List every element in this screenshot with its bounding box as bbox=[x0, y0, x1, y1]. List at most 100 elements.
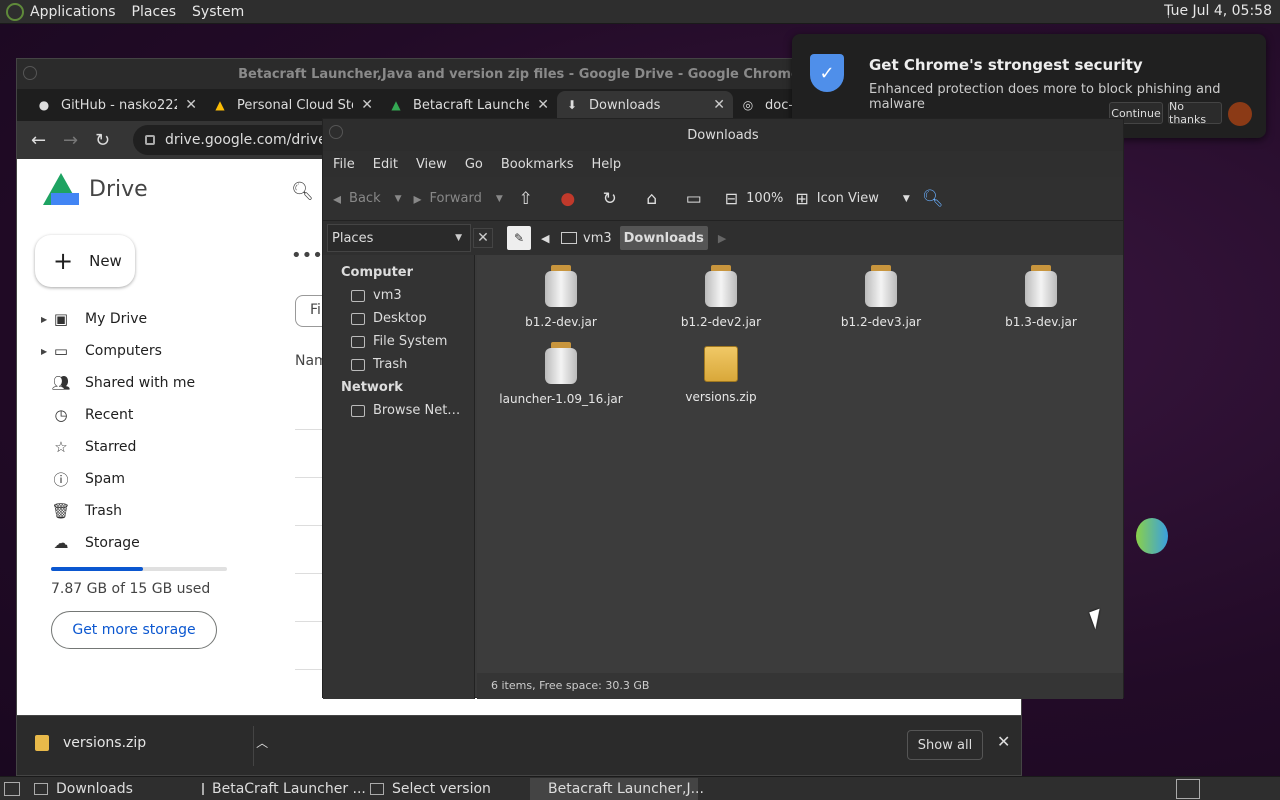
sidebar-item-desktop[interactable]: Desktop bbox=[323, 307, 474, 330]
file-item[interactable]: launcher-1.09_16.jar bbox=[481, 342, 641, 406]
show-desktop-icon[interactable] bbox=[4, 781, 20, 796]
system-logo-icon[interactable] bbox=[6, 2, 24, 21]
new-button[interactable]: + New bbox=[35, 235, 135, 287]
path-scroll-right-icon[interactable]: ▶ bbox=[718, 232, 726, 245]
file-item[interactable]: b1.3-dev.jar bbox=[961, 265, 1121, 329]
applications-menu[interactable]: Applications bbox=[30, 4, 116, 20]
menu-bar: File Edit View Go Bookmarks Help bbox=[323, 151, 1123, 177]
file-manager-window: Downloads File Edit View Go Bookmarks He… bbox=[322, 118, 1124, 699]
task-betacraft-launcher[interactable]: BetaCraft Launcher ... bbox=[194, 778, 366, 800]
drive-app-name: Drive bbox=[89, 176, 148, 202]
dropdown-arrow-icon[interactable]: ▼ bbox=[496, 194, 503, 204]
close-icon[interactable]: ✕ bbox=[537, 97, 549, 113]
file-item[interactable]: b1.2-dev.jar bbox=[481, 265, 641, 329]
search-icon[interactable]: 🔍︎ bbox=[291, 181, 314, 202]
forward-button[interactable]: ▸ Forward ▼ bbox=[414, 189, 503, 208]
menu-help[interactable]: Help bbox=[591, 157, 621, 172]
stop-icon[interactable]: ● bbox=[557, 188, 579, 210]
sidebar-item-file-system[interactable]: File System bbox=[323, 330, 474, 353]
file-item[interactable]: b1.2-dev2.jar bbox=[641, 265, 801, 329]
close-sidebar-icon[interactable]: ✕ bbox=[473, 228, 493, 248]
nav-storage[interactable]: ☁ Storage bbox=[41, 527, 271, 559]
window-menu-button[interactable] bbox=[329, 125, 343, 139]
menu-bookmarks[interactable]: Bookmarks bbox=[501, 157, 574, 172]
view-mode-select[interactable]: ⊞ Icon View ▼ bbox=[795, 189, 909, 208]
desktop-widget-icon[interactable] bbox=[1136, 518, 1168, 554]
breadcrumb-downloads[interactable]: Downloads bbox=[619, 226, 708, 250]
download-item[interactable]: versions.zip ︿ bbox=[35, 734, 268, 751]
nav-recent[interactable]: ◷ Recent bbox=[41, 399, 271, 431]
clock[interactable]: Tue Jul 4, 05:58 bbox=[1164, 3, 1272, 19]
nav-shared-with-me[interactable]: 👥︎ Shared with me bbox=[41, 367, 271, 399]
home-folder-icon[interactable]: ⌂ bbox=[641, 188, 663, 210]
close-icon[interactable]: ✕ bbox=[185, 97, 197, 113]
file-view: b1.2-dev.jar b1.2-dev2.jar b1.2-dev3.jar… bbox=[477, 255, 1123, 673]
up-arrow-icon[interactable]: ⇧ bbox=[515, 188, 537, 210]
close-icon[interactable]: ✕ bbox=[361, 97, 373, 113]
zoom-control[interactable]: ⊟ 100% bbox=[725, 189, 784, 208]
nav-starred[interactable]: ☆ Starred bbox=[41, 431, 271, 463]
workspace-switcher[interactable] bbox=[1176, 779, 1200, 799]
zoom-out-icon[interactable]: ⊟ bbox=[725, 189, 738, 208]
home-folder-icon bbox=[351, 289, 365, 302]
new-button-label: New bbox=[89, 252, 122, 270]
menu-file[interactable]: File bbox=[333, 157, 355, 172]
nav-computers[interactable]: ▶ ▭ Computers bbox=[41, 335, 271, 367]
menu-go[interactable]: Go bbox=[465, 157, 483, 172]
avatar[interactable] bbox=[1228, 102, 1252, 126]
file-item[interactable]: versions.zip bbox=[641, 342, 801, 404]
search-icon[interactable]: 🔍︎ bbox=[922, 188, 944, 210]
close-icon[interactable]: ✕ bbox=[713, 97, 725, 113]
forward-arrow-icon[interactable]: → bbox=[63, 130, 95, 151]
zoom-in-icon[interactable]: ⊞ bbox=[795, 189, 808, 208]
dropdown-arrow-icon[interactable]: ▼ bbox=[395, 194, 402, 204]
show-all-button[interactable]: Show all bbox=[907, 730, 983, 760]
tab-label: Personal Cloud Sto bbox=[237, 97, 354, 113]
expand-caret-icon[interactable]: ▶ bbox=[41, 347, 47, 356]
java-app-icon bbox=[202, 782, 204, 795]
chevron-up-icon[interactable]: ︿ bbox=[256, 734, 268, 751]
sidebar-item-browse-network[interactable]: Browse Net… bbox=[323, 399, 474, 422]
lock-icon[interactable] bbox=[145, 135, 155, 145]
places-select-label: Places bbox=[332, 230, 374, 246]
file-item[interactable]: b1.2-dev3.jar bbox=[801, 265, 961, 329]
system-menu[interactable]: System bbox=[192, 4, 244, 20]
drive-logo[interactable]: Drive bbox=[43, 173, 148, 205]
menu-view[interactable]: View bbox=[416, 157, 447, 172]
tab-personal-cloud[interactable]: ▲ Personal Cloud Sto ✕ bbox=[205, 91, 381, 119]
back-button[interactable]: ◂ Back ▼ bbox=[333, 189, 402, 208]
reload-icon[interactable]: ↻ bbox=[95, 130, 127, 151]
nav-trash[interactable]: 🗑︎ Trash bbox=[41, 495, 271, 527]
computer-icon[interactable]: ▭ bbox=[683, 188, 705, 210]
sidebar-item-trash[interactable]: Trash bbox=[323, 353, 474, 376]
expand-caret-icon[interactable]: ▶ bbox=[41, 315, 47, 324]
task-downloads[interactable]: Downloads bbox=[26, 778, 194, 800]
close-icon[interactable]: ✕ bbox=[997, 732, 1010, 751]
sidebar-item-vm3[interactable]: vm3 bbox=[323, 284, 474, 307]
path-scroll-left-icon[interactable]: ◀ bbox=[541, 232, 557, 245]
reload-icon[interactable]: ↻ bbox=[599, 188, 621, 210]
more-options-icon[interactable]: ••• bbox=[291, 245, 323, 266]
window-menu-button[interactable] bbox=[23, 66, 37, 80]
tab-downloads[interactable]: ⬇ Downloads ✕ bbox=[557, 91, 733, 119]
task-select-version[interactable]: Select version bbox=[362, 778, 530, 800]
back-arrow-icon[interactable]: ← bbox=[31, 130, 63, 151]
nav-my-drive[interactable]: ▶ ▣ My Drive bbox=[41, 303, 271, 335]
tab-github[interactable]: ● GitHub - nasko222/ ✕ bbox=[29, 91, 205, 119]
tab-betacraft[interactable]: ▲ Betacraft Launcher ✕ bbox=[381, 91, 557, 119]
tab-label: Downloads bbox=[589, 97, 661, 113]
places-menu[interactable]: Places bbox=[132, 4, 177, 20]
no-thanks-button[interactable]: No thanks bbox=[1168, 100, 1222, 126]
places-select[interactable]: Places ▼ bbox=[327, 224, 471, 252]
storage-bar-fill bbox=[51, 567, 143, 571]
breadcrumb-label: vm3 bbox=[583, 230, 612, 246]
tab-label: Betacraft Launcher bbox=[413, 97, 530, 113]
edit-path-icon[interactable]: ✎ bbox=[507, 226, 531, 250]
breadcrumb-vm3[interactable]: vm3 bbox=[557, 226, 616, 250]
task-chrome[interactable]: Betacraft Launcher,J... bbox=[530, 777, 704, 800]
file-name: b1.3-dev.jar bbox=[1005, 315, 1077, 329]
get-more-storage-button[interactable]: Get more storage bbox=[51, 611, 217, 649]
menu-edit[interactable]: Edit bbox=[373, 157, 398, 172]
file-manager-title-bar[interactable]: Downloads bbox=[323, 119, 1123, 151]
nav-spam[interactable]: ⓘ Spam bbox=[41, 463, 271, 495]
